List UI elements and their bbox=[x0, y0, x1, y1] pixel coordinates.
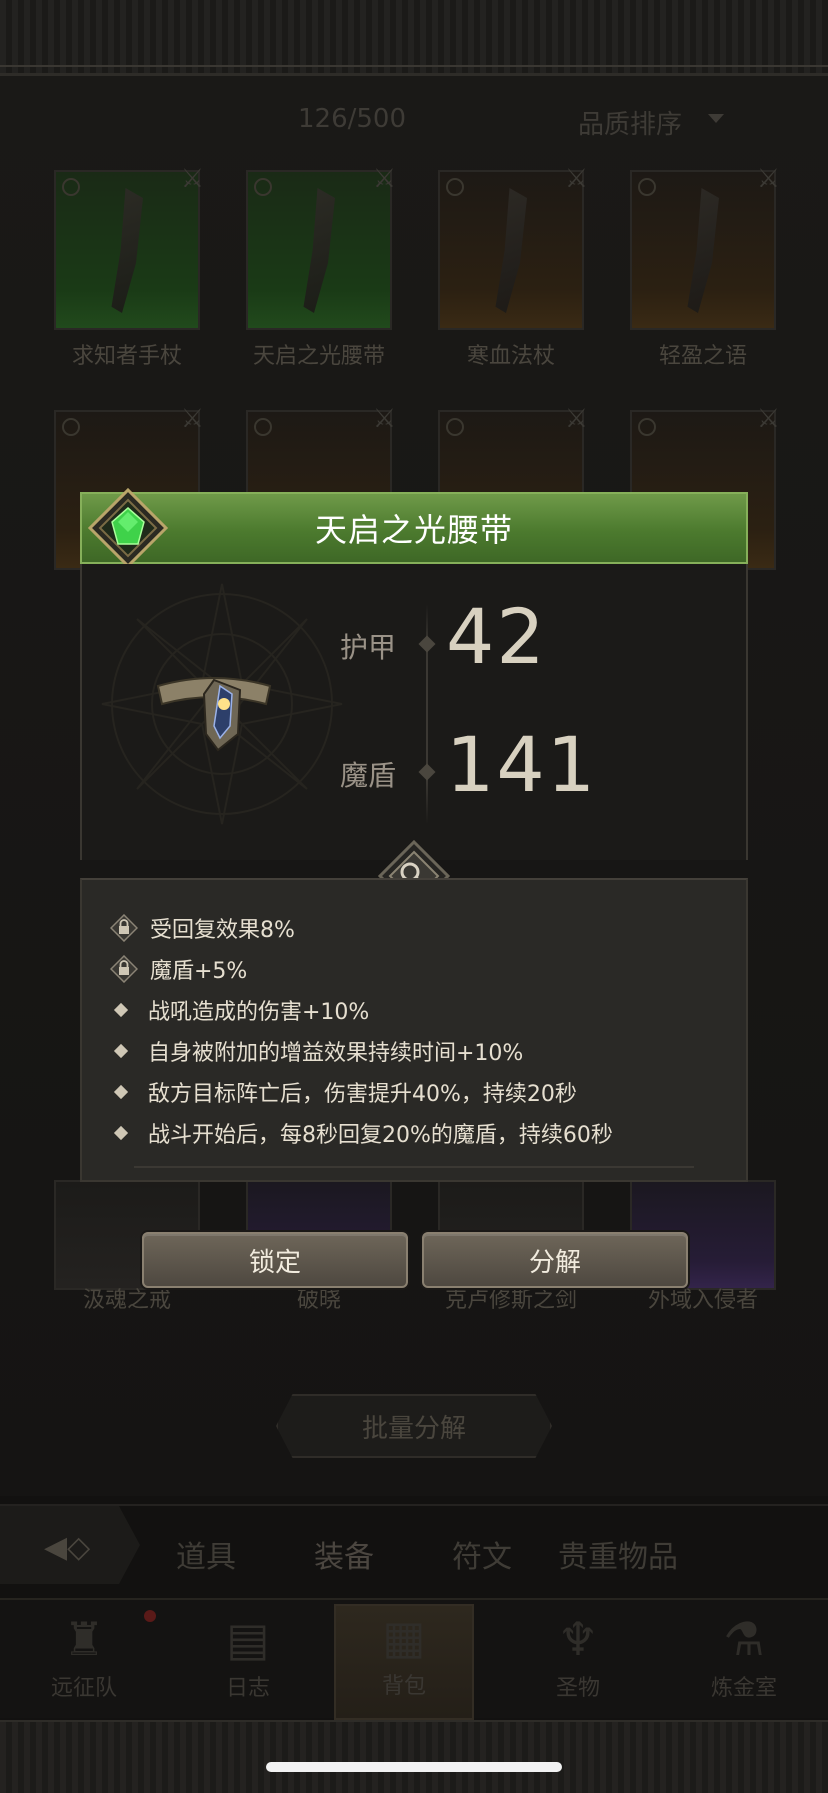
select-indicator bbox=[638, 418, 656, 436]
inventory-slot[interactable]: ⚔ bbox=[630, 164, 780, 330]
stat-pip bbox=[418, 763, 436, 781]
select-indicator bbox=[254, 418, 272, 436]
affix-locked: 魔盾+5% bbox=[110, 951, 247, 987]
affix-text: 战吼造成的伤害+10% bbox=[148, 1000, 370, 1025]
item-name: 寒血法杖 bbox=[466, 344, 555, 369]
select-indicator bbox=[446, 418, 464, 436]
item-detail-popup: 天启之光腰带 护甲 42 魔盾 141 受回复效果8% 魔盾+5% 战吼造成的伤… bbox=[80, 488, 748, 1182]
item-title: 天启之光腰带 bbox=[314, 511, 513, 549]
item-name: 求知者手杖 bbox=[71, 344, 182, 369]
equip-mark-icon: ⚔ bbox=[372, 164, 396, 194]
belt-icon bbox=[303, 188, 335, 313]
item-name: 轻盈之语 bbox=[658, 344, 747, 369]
chevron-down-icon bbox=[708, 114, 724, 123]
back-arrow-icon: ◀◇ bbox=[44, 1530, 91, 1565]
staff-icon bbox=[495, 188, 527, 313]
tab-equipment[interactable]: 装备 bbox=[314, 1532, 374, 1576]
nav-expedition[interactable]: ♜ 远征队 bbox=[14, 1608, 154, 1718]
equip-mark-icon: ⚔ bbox=[372, 404, 396, 434]
equip-mark-icon: ⚔ bbox=[756, 404, 780, 434]
inventory-count: 126/500 bbox=[298, 104, 407, 134]
affix-text: 自身被附加的增益效果持续时间+10% bbox=[148, 1041, 524, 1066]
armor-label: 护甲 bbox=[340, 631, 397, 664]
equip-mark-icon: ⚔ bbox=[180, 404, 204, 434]
lock-icon bbox=[110, 955, 138, 983]
select-indicator bbox=[638, 178, 656, 196]
backpack-icon: ▦ bbox=[382, 1610, 426, 1664]
divider bbox=[134, 1166, 694, 1168]
notification-dot bbox=[144, 1610, 156, 1622]
chalice-icon: ♆ bbox=[557, 1612, 599, 1666]
quality-gem-icon bbox=[88, 488, 168, 568]
scroll-icon: ▤ bbox=[226, 1612, 270, 1666]
lock-icon bbox=[110, 914, 138, 942]
inventory-slot[interactable]: ⚔ bbox=[54, 164, 204, 330]
affix-text: 受回复效果8% bbox=[150, 918, 295, 943]
affix-text: 敌方目标阵亡后，伤害提升40%，持续20秒 bbox=[148, 1082, 577, 1107]
magic-shield-value: 141 bbox=[446, 720, 598, 809]
affix: 自身被附加的增益效果持续时间+10% bbox=[110, 1033, 523, 1069]
disassemble-button[interactable]: 分解 bbox=[422, 1232, 688, 1288]
sort-dropdown[interactable]: 品质排序 bbox=[578, 104, 682, 141]
select-indicator bbox=[62, 178, 80, 196]
inventory-slot[interactable]: ⚔ bbox=[438, 164, 588, 330]
diamond-bullet-icon bbox=[113, 1002, 129, 1018]
diamond-bullet-icon bbox=[113, 1125, 129, 1141]
affix-panel: 受回复效果8% 魔盾+5% 战吼造成的伤害+10% 自身被附加的增益效果持续时间… bbox=[80, 878, 748, 1182]
top-frame bbox=[0, 0, 828, 76]
lock-button[interactable]: 锁定 bbox=[142, 1232, 408, 1288]
nav-label: 炼金室 bbox=[710, 1676, 777, 1701]
staff-icon bbox=[111, 188, 143, 313]
home-indicator[interactable] bbox=[266, 1762, 562, 1772]
bow-icon bbox=[687, 188, 719, 313]
batch-disassemble-button[interactable]: 批量分解 bbox=[276, 1394, 552, 1458]
alchemy-icon: ⚗ bbox=[723, 1612, 765, 1666]
nav-label: 圣物 bbox=[555, 1676, 600, 1701]
nav-label: 日志 bbox=[225, 1676, 270, 1701]
affix-text: 魔盾+5% bbox=[150, 959, 248, 984]
select-indicator bbox=[254, 178, 272, 196]
equip-mark-icon: ⚔ bbox=[564, 164, 588, 194]
affix-text: 战斗开始后，每8秒回复20%的魔盾，持续60秒 bbox=[148, 1123, 613, 1148]
select-indicator bbox=[62, 418, 80, 436]
nav-relics[interactable]: ♆ 圣物 bbox=[508, 1608, 648, 1718]
affix: 战吼造成的伤害+10% bbox=[110, 992, 369, 1028]
affix: 战斗开始后，每8秒回复20%的魔盾，持续60秒 bbox=[110, 1115, 613, 1151]
item-name: 天启之光腰带 bbox=[252, 344, 385, 369]
diamond-bullet-icon bbox=[113, 1043, 129, 1059]
nav-backpack[interactable]: ▦ 背包 bbox=[334, 1604, 474, 1720]
armor-value: 42 bbox=[446, 592, 547, 681]
belt-icon bbox=[156, 677, 272, 752]
tab-runes[interactable]: 符文 bbox=[452, 1532, 512, 1576]
magic-shield-label: 魔盾 bbox=[340, 759, 397, 792]
bottom-frame bbox=[0, 1720, 828, 1793]
diamond-bullet-icon bbox=[113, 1084, 129, 1100]
equip-mark-icon: ⚔ bbox=[180, 164, 204, 194]
equip-mark-icon: ⚔ bbox=[756, 164, 780, 194]
stats-panel: 护甲 42 魔盾 141 bbox=[80, 564, 748, 860]
tab-valuables[interactable]: 贵重物品 bbox=[558, 1532, 678, 1576]
tab-items[interactable]: 道具 bbox=[176, 1532, 236, 1576]
viking-helmet-icon: ♜ bbox=[63, 1612, 105, 1666]
affix-locked: 受回复效果8% bbox=[110, 910, 295, 946]
select-indicator bbox=[446, 178, 464, 196]
equip-mark-icon: ⚔ bbox=[564, 404, 588, 434]
affix: 敌方目标阵亡后，伤害提升40%，持续20秒 bbox=[110, 1074, 577, 1110]
nav-label: 远征队 bbox=[50, 1676, 117, 1701]
nav-label: 背包 bbox=[381, 1674, 426, 1699]
nav-alchemy[interactable]: ⚗ 炼金室 bbox=[674, 1608, 814, 1718]
stat-pip bbox=[418, 635, 436, 653]
nav-journal[interactable]: ▤ 日志 bbox=[178, 1608, 318, 1718]
inventory-slot[interactable]: ⚔ bbox=[246, 164, 396, 330]
